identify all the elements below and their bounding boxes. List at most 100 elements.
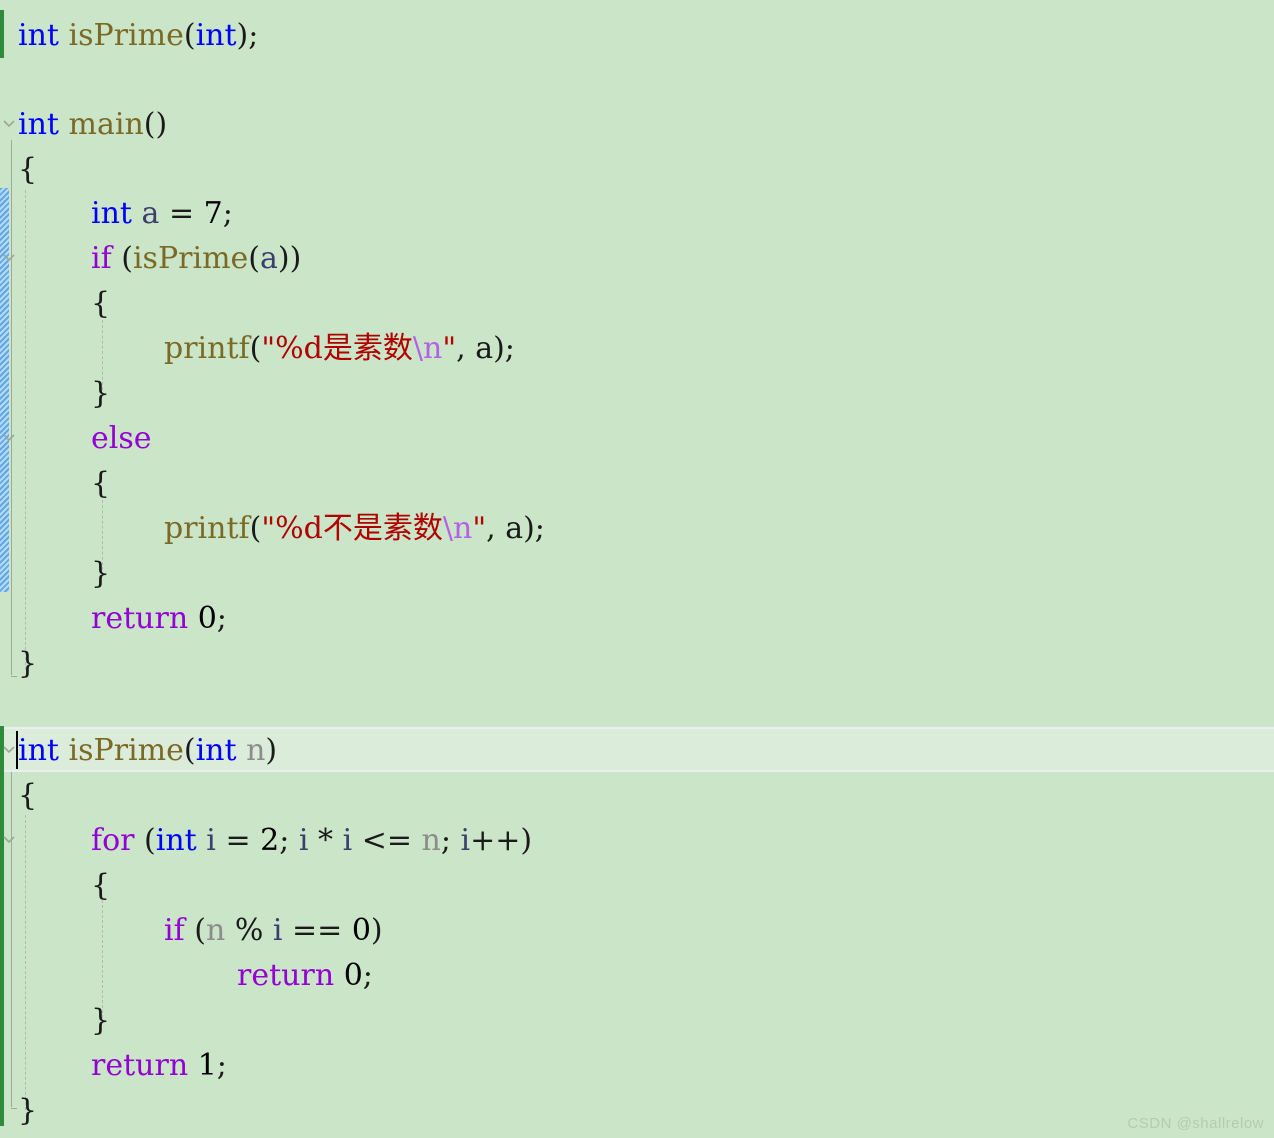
fold-chevron-icon-if[interactable] [2, 250, 16, 264]
code-line-1[interactable]: int isPrime(int); [18, 13, 258, 58]
code-line-15[interactable]: return 0; [91, 596, 227, 641]
change-bar-added-bottom[interactable] [0, 726, 4, 1126]
token-close-paren-semicolon: ); [236, 18, 259, 53]
token-open-paren: ( [111, 241, 133, 276]
token-keyword-int: int [18, 18, 59, 53]
code-line-21[interactable]: { [91, 863, 110, 908]
fold-chevron-icon-isprime[interactable] [2, 742, 16, 756]
code-line-14[interactable]: } [91, 551, 110, 596]
token-number-0: 0 [351, 913, 371, 948]
token-keyword-int: int [18, 733, 59, 768]
code-line-22[interactable]: if (n % i == 0) [164, 908, 383, 953]
code-line-25[interactable]: return 1; [91, 1043, 227, 1088]
structure-tick-main [11, 676, 17, 677]
token-keyword-return: return [237, 958, 335, 993]
code-line-10[interactable]: } [91, 371, 110, 416]
fold-chevron-icon-for[interactable] [2, 832, 16, 846]
token-variable-i-4: i [460, 823, 471, 858]
code-line-4[interactable]: { [18, 147, 37, 192]
token-function-printf: printf [164, 331, 250, 366]
token-number-2: 2 [260, 823, 280, 858]
token-keyword-return: return [91, 601, 189, 636]
code-line-9[interactable]: printf("%d是素数\n", a); [164, 326, 515, 371]
token-assign: = [215, 823, 261, 858]
token-number-0: 0 [343, 958, 363, 993]
structure-guide-isprime [11, 772, 12, 1107]
fold-chevron-icon-else[interactable] [2, 430, 16, 444]
token-keyword-int-param: int [195, 733, 237, 768]
code-line-8[interactable]: { [91, 281, 110, 326]
token-semicolon: ; [440, 823, 451, 858]
token-keyword-return: return [91, 1048, 189, 1083]
token-variable-a: a [259, 241, 278, 276]
watermark-text: CSDN @shallrelow [1127, 1115, 1264, 1132]
token-number-1: 1 [197, 1048, 217, 1083]
token-printf-tail: , a); [456, 331, 515, 366]
structure-tick-isprime [11, 1108, 17, 1109]
token-open-paren: ( [249, 331, 262, 366]
token-keyword-int: int [155, 823, 197, 858]
code-editor[interactable]: int isPrime(int); int main() { int a = 7… [0, 0, 1274, 1138]
token-string-prime: %d是素数 [275, 331, 413, 366]
token-parameter-n: n [205, 913, 226, 948]
token-semicolon: ; [216, 1048, 227, 1083]
token-quote-close: " [472, 511, 487, 546]
token-function-isprime: isPrime [132, 241, 249, 276]
indent-guide-level0-isprime [25, 815, 26, 1110]
code-line-23[interactable]: return 0; [237, 953, 373, 998]
token-escape-newline: \n [412, 331, 443, 366]
token-open-paren: ( [249, 511, 262, 546]
code-line-12[interactable]: { [91, 461, 110, 506]
token-open-paren-call: ( [248, 241, 260, 276]
token-parameter-n: n [421, 823, 441, 858]
code-line-20[interactable]: for (int i = 2; i * i <= n; i++) [91, 818, 532, 863]
code-line-26[interactable]: } [18, 1088, 37, 1133]
code-line-7[interactable]: if (isPrime(a)) [91, 236, 301, 281]
token-escape-newline: \n [442, 511, 473, 546]
token-quote-close: " [442, 331, 457, 366]
code-line-24[interactable]: } [91, 998, 110, 1043]
code-line-3[interactable]: int main() [18, 102, 167, 147]
token-open-brace: { [18, 152, 38, 187]
code-line-19[interactable]: { [18, 773, 37, 818]
token-open-brace: { [91, 868, 111, 903]
token-open-paren: ( [183, 18, 196, 53]
token-semicolon: ; [362, 958, 373, 993]
token-semicolon: ; [279, 823, 290, 858]
text-caret [16, 731, 18, 769]
change-bar-added-top[interactable] [0, 10, 4, 58]
code-line-13[interactable]: printf("%d不是素数\n", a); [164, 506, 545, 551]
token-function-printf: printf [164, 511, 250, 546]
token-number-7: 7 [203, 196, 223, 231]
code-line-6[interactable]: int a = 7; [91, 191, 233, 236]
token-string-not-prime: %d不是素数 [275, 511, 443, 546]
token-open-brace: { [18, 778, 38, 813]
token-variable-a: a [141, 196, 160, 231]
fold-chevron-icon-main[interactable] [2, 116, 16, 130]
token-variable-i-3: i [342, 823, 353, 858]
code-line-16[interactable]: } [18, 641, 37, 686]
token-assign: = [159, 196, 204, 231]
token-close-brace: } [91, 376, 111, 411]
token-keyword-if: if [91, 241, 112, 276]
token-keyword-int: int [91, 196, 132, 231]
token-printf-tail: , a); [486, 511, 545, 546]
code-line-18[interactable]: int isPrime(int n) [18, 728, 277, 773]
token-keyword-if: if [164, 913, 185, 948]
code-line-11[interactable]: else [91, 416, 152, 461]
token-close-paren: ) [370, 913, 383, 948]
token-open-brace: { [91, 466, 111, 501]
token-keyword-else: else [91, 421, 152, 456]
token-variable-i: i [206, 823, 216, 858]
change-bar-modified[interactable] [0, 188, 9, 592]
indent-guide-level0-main [25, 190, 26, 670]
token-keyword-int-param: int [195, 18, 237, 53]
